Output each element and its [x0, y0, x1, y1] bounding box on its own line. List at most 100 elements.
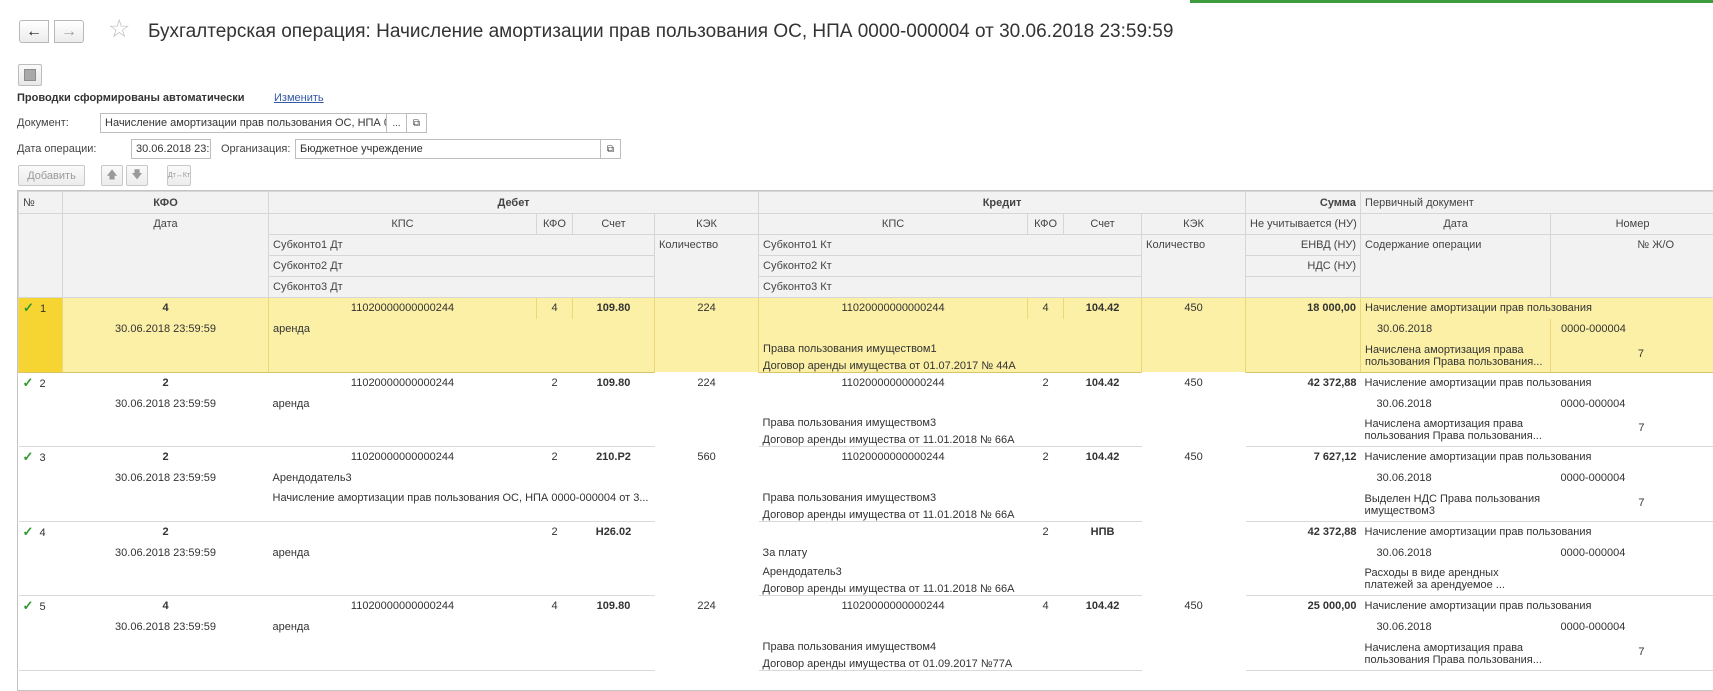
col-sub1-dt[interactable]: Субконто1 Дт [268, 234, 655, 256]
col-not-counted[interactable]: Не учитывается (НУ) [1245, 213, 1362, 235]
row-dt-kps: 11020000000000244 [350, 376, 455, 389]
row-kt-kfo: 2 [1042, 376, 1049, 389]
col-dt-kps[interactable]: КПС [268, 213, 537, 235]
col-dt-schet[interactable]: Счет [572, 213, 655, 235]
row-kt-sub3: Договор аренды имущества от 11.01.2018 №… [762, 583, 1015, 595]
col-kredit[interactable]: Кредит [758, 191, 1247, 214]
row-kt-sub3: Договор аренды имущества от 11.01.2018 №… [762, 434, 1015, 446]
save-button[interactable] [18, 64, 42, 86]
col-sub3-kt[interactable]: Субконто3 Кт [758, 276, 1143, 298]
row-number: 3 [39, 452, 46, 465]
table-row[interactable]: ✓ 5 4 11020000000000244 4 109.80 224 110200000… [19, 596, 1713, 617]
row-kt-sub2: Права пользования имуществом3 [762, 491, 937, 504]
row-kt-kek [1142, 521, 1246, 542]
move-down-icon[interactable]: 🡇 [126, 165, 148, 186]
col-num[interactable]: № [18, 191, 63, 214]
change-link[interactable]: Изменить [274, 92, 324, 104]
row-dt-kek: 560 [697, 451, 716, 463]
document-open-icon[interactable]: ⧉ [407, 113, 427, 133]
row-kt-kps: 11020000000000244 [841, 451, 945, 464]
col-content[interactable]: Содержание операции [1360, 234, 1552, 298]
col-nds[interactable]: НДС (НУ) [1245, 255, 1362, 277]
row-dt-sub1: аренда [272, 397, 310, 410]
col-dt-kfo[interactable]: КФО [536, 213, 573, 235]
row-kt-schet: 104.42 [1063, 297, 1143, 319]
row-summa: 25 000,00 [1307, 600, 1357, 613]
row-kt-sub1 [759, 617, 1142, 638]
col-kt-kek[interactable]: КЭК [1141, 213, 1247, 235]
row-dt-schet: 210.Р2 [596, 451, 631, 464]
col-sub1-kt[interactable]: Субконто1 Кт [758, 234, 1143, 256]
col-jo[interactable]: № Ж/О [1550, 234, 1713, 298]
col-primary-number[interactable]: Номер [1550, 213, 1713, 235]
document-select-button[interactable]: ... [387, 113, 407, 133]
col-kt-kfo[interactable]: КФО [1027, 213, 1065, 235]
row-dt-sub2 [268, 637, 655, 671]
row-kfo: 4 [62, 297, 269, 319]
posted-check-icon: ✓ [22, 598, 34, 614]
row-dt-qty [655, 468, 759, 522]
row-doc-number: 0000-000004 [1560, 546, 1626, 559]
row-kt-kek: 450 [1141, 297, 1247, 319]
col-date[interactable]: Дата [62, 213, 269, 298]
row-jo: 7 [1550, 488, 1713, 522]
col-kfo[interactable]: КФО [62, 191, 269, 214]
row-summa: 18 000,00 [1245, 297, 1362, 319]
col-primary-date[interactable]: Дата [1360, 213, 1552, 235]
row-kt-kps: 11020000000000244 [841, 600, 945, 613]
col-qty-kt[interactable]: Количество [1141, 234, 1247, 298]
row-dt-sub1: аренда [272, 546, 310, 559]
row-kt-schet: НПВ [1090, 525, 1115, 538]
col-sub2-dt[interactable]: Субконто2 Дт [268, 255, 655, 277]
row-dt-qty [655, 617, 759, 671]
row-content: Начислена амортизация права пользования … [1360, 414, 1551, 447]
postings-table: № КФО Дебет Кредит Сумма Первичный докум… [17, 190, 1713, 691]
row-kfo: 2 [162, 451, 169, 464]
col-summa[interactable]: Сумма [1245, 191, 1362, 214]
forward-button[interactable]: → [54, 20, 84, 43]
col-kt-kps[interactable]: КПС [758, 213, 1029, 235]
row-summa: 42 372,88 [1307, 376, 1357, 389]
col-sub2-kt[interactable]: Субконто2 Кт [758, 255, 1143, 277]
row-doc-date: 30.06.2018 [1376, 397, 1432, 410]
organization-field[interactable]: Бюджетное учреждение [295, 139, 601, 159]
row-dt-kps: 11020000000000244 [268, 297, 537, 319]
col-qty-dt[interactable]: Количество [653, 234, 760, 298]
row-kt-kek: 450 [1184, 451, 1203, 463]
add-button[interactable]: Добавить [18, 165, 85, 186]
favorite-star-icon[interactable]: ☆ [108, 17, 130, 42]
row-kt-sub3: Договор аренды имущества от 01.09.2017 №… [762, 657, 1013, 670]
posted-check-icon: ✓ [22, 523, 34, 539]
col-dt-kek[interactable]: КЭК [653, 213, 760, 235]
table-row[interactable]: ✓ 4 2 2 Н26.02 2 НПВ 42 372,88 Начисление аморт… [19, 521, 1713, 542]
row-kt-kek: 450 [1184, 600, 1203, 612]
col-sub3-dt[interactable]: Субконто3 Дт [268, 276, 655, 298]
row-kt-schet: 104.42 [1085, 451, 1120, 464]
row-dt-schet: 109.80 [596, 376, 631, 389]
col-kt-schet[interactable]: Счет [1063, 213, 1143, 235]
table-row[interactable]: ✓ 2 2 11020000000000244 2 109.80 224 110200000… [19, 372, 1713, 393]
row-dt-kek: 224 [697, 600, 716, 612]
row-dt-kfo: 4 [536, 297, 573, 319]
table-row[interactable]: ✓ 3 2 11020000000000244 2 210.Р2 560 110200000… [19, 447, 1713, 468]
row-kt-qty [1142, 393, 1246, 447]
organization-open-icon[interactable]: ⧉ [601, 139, 621, 159]
row-kt-schet: 104.42 [1085, 600, 1120, 613]
col-primary-doc[interactable]: Первичный документ [1360, 191, 1713, 214]
arrow-left-icon: ← [26, 22, 42, 40]
back-button[interactable]: ← [19, 20, 49, 43]
row-kt-qty [1142, 617, 1246, 671]
col-envd[interactable]: ЕНВД (НУ) [1245, 234, 1362, 256]
row-dt-schet: Н26.02 [595, 525, 632, 538]
row-dt-kps: 11020000000000244 [350, 451, 455, 464]
date-field[interactable]: 30.06.2018 23:59:59 [131, 139, 211, 159]
row-kt-sub1 [759, 468, 1142, 489]
table-row[interactable]: ✓ 1 4 11020000000000244 4 109.80 224 110200000… [18, 297, 1713, 319]
row-doc-number: 0000-000004 [1560, 621, 1626, 633]
row-dt-kek [655, 521, 759, 542]
swap-dt-kt-icon[interactable]: Дт↔Кт [167, 165, 191, 186]
col-debet[interactable]: Дебет [267, 191, 760, 214]
move-up-icon[interactable]: 🡅 [101, 165, 123, 186]
document-field[interactable]: Начисление амортизации прав пользования … [100, 113, 387, 133]
row-number: 1 [40, 303, 47, 316]
